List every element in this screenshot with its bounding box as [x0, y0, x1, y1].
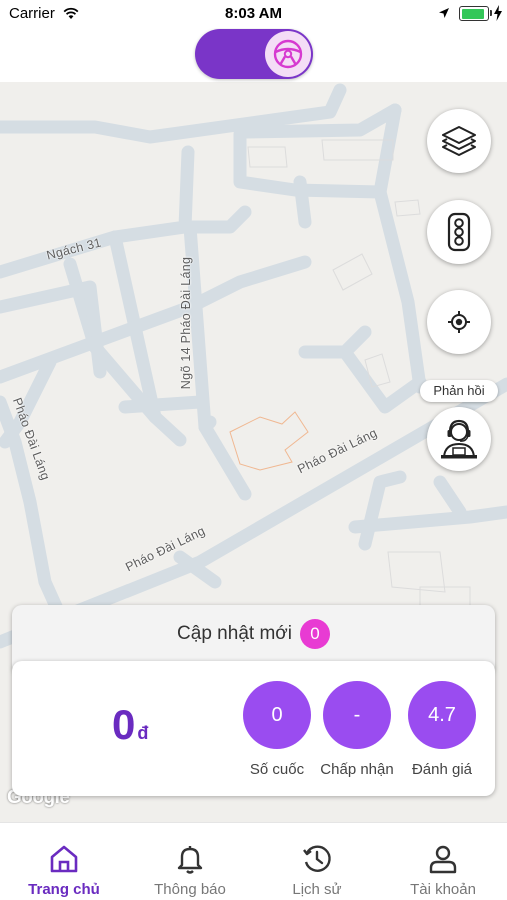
steering-wheel-icon: [273, 39, 303, 69]
stats-panel: 0đ 0 Số cuốc - Chấp nhận 4.7 Đánh giá: [12, 661, 495, 796]
toggle-knob: [265, 31, 311, 77]
tab-home-label: Trang chủ: [28, 881, 100, 898]
bell-icon: [177, 846, 203, 874]
stat-rating-label: Đánh giá: [411, 761, 473, 778]
traffic-toggle-button[interactable]: [427, 200, 491, 264]
battery-tip: [490, 10, 492, 16]
charging-icon: [494, 5, 502, 21]
tab-account-label: Tài khoản: [410, 881, 476, 898]
status-bar: Carrier 8:03 AM: [0, 0, 507, 28]
updates-header: Cập nhật mới 0: [12, 619, 495, 649]
support-button[interactable]: [427, 407, 491, 471]
updates-title: Cập nhật mới: [177, 623, 292, 644]
earnings: 0đ: [112, 701, 148, 749]
tab-history[interactable]: Lịch sử: [254, 823, 380, 900]
clock: 8:03 AM: [225, 5, 282, 22]
map-layers-button[interactable]: [427, 109, 491, 173]
stat-trips[interactable]: 0 Số cuốc: [232, 681, 322, 778]
location-arrow-icon: [439, 8, 449, 18]
tab-bar: Trang chủ Thông báo Lịch sử Tài khoản: [0, 822, 507, 900]
online-toggle[interactable]: [195, 29, 313, 79]
stat-rating[interactable]: 4.7 Đánh giá: [397, 681, 487, 778]
account-icon: [429, 845, 457, 874]
stat-acceptance-value: -: [323, 681, 391, 749]
my-location-button[interactable]: [427, 290, 491, 354]
tab-history-label: Lịch sử: [292, 881, 342, 898]
stat-rating-value: 4.7: [408, 681, 476, 749]
earnings-value: 0: [112, 701, 136, 748]
stat-acceptance-label: Chấp nhận: [320, 761, 394, 778]
stat-acceptance[interactable]: - Chấp nhận: [312, 681, 402, 778]
layers-icon: [442, 126, 476, 156]
support-agent-icon: [441, 419, 477, 459]
home-icon: [50, 845, 78, 873]
locate-icon: [448, 311, 470, 333]
traffic-light-icon: [447, 212, 471, 252]
tab-account[interactable]: Tài khoản: [380, 823, 506, 900]
tab-notifications[interactable]: Thông báo: [127, 823, 253, 900]
history-icon: [303, 845, 331, 872]
updates-count-badge: 0: [299, 619, 330, 649]
tab-home[interactable]: Trang chủ: [1, 823, 127, 900]
street-label: Ngõ 14 Pháo Đài Láng: [179, 256, 194, 390]
tab-notifications-label: Thông báo: [154, 881, 226, 898]
stat-trips-label: Số cuốc: [249, 761, 305, 778]
header: [0, 28, 507, 82]
stat-trips-value: 0: [243, 681, 311, 749]
feedback-label[interactable]: Phản hồi: [420, 380, 498, 402]
currency-unit: đ: [137, 723, 149, 743]
battery-icon: [459, 6, 489, 21]
